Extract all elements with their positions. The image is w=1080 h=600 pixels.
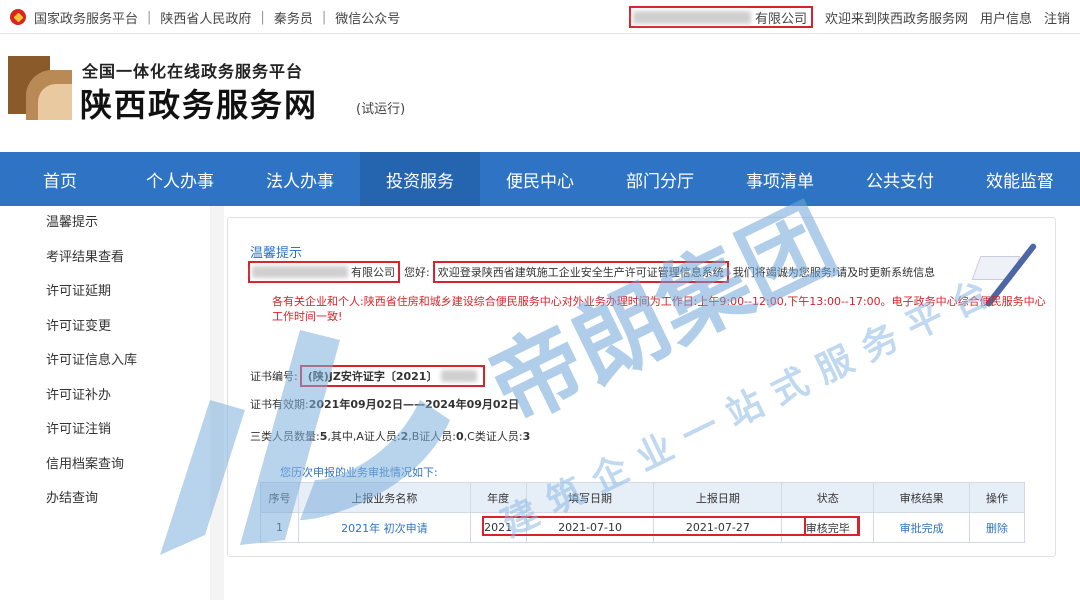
cell-report-date: 2021-07-27 bbox=[653, 512, 783, 543]
panel-title: 温馨提示 bbox=[250, 246, 303, 261]
col-year: 年度 bbox=[469, 482, 527, 513]
hello-text: 您好: bbox=[404, 266, 430, 279]
main-nav: 首页 个人办事 法人办事 投资服务 便民中心 部门分厅 事项清单 公共支付 效能… bbox=[0, 152, 1080, 206]
persons-b-label: ,B证人员: bbox=[408, 430, 457, 443]
persons-c-label: ,C类证人员: bbox=[463, 430, 523, 443]
persons-a-label: ,其中,A证人员: bbox=[327, 430, 401, 443]
certificate-number-row: 证书编号: (陕)JZ安许证字〔2021〕 bbox=[250, 364, 486, 388]
site-subtitle: 全国一体化在线政务服务平台 bbox=[82, 62, 304, 81]
nav-convenience[interactable]: 便民中心 bbox=[480, 152, 600, 206]
sidebar-item-cancel[interactable]: 许可证注销 bbox=[0, 413, 210, 448]
personnel-count-row: 三类人员数量:5,其中,A证人员:2,B证人员:0,C类证人员:3 bbox=[250, 428, 530, 444]
sidebar: 温馨提示 考评结果查看 许可证延期 许可证变更 许可证信息入库 许可证补办 许可… bbox=[0, 206, 224, 600]
cell-business-name-link[interactable]: 2021年 初次申请 bbox=[297, 512, 471, 543]
nav-investment[interactable]: 投资服务 bbox=[360, 152, 480, 206]
application-table: 序号 上报业务名称 年度 填写日期 上报日期 状态 审核结果 操作 1 2021… bbox=[260, 482, 1025, 543]
history-title: 您历次申报的业务审批情况如下: bbox=[280, 466, 438, 479]
col-action: 操作 bbox=[969, 482, 1025, 513]
cell-status: 审核完毕 bbox=[781, 512, 875, 543]
nav-departments[interactable]: 部门分厅 bbox=[600, 152, 720, 206]
trial-label: (试运行) bbox=[356, 102, 406, 117]
system-welcome-highlight: 欢迎登录陕西省建筑施工企业安全生产许可证管理信息系统 bbox=[432, 261, 729, 283]
persons-label: 三类人员数量: bbox=[250, 430, 320, 443]
main-panel: 温馨提示 有限公司 您好: 欢迎登录陕西省建筑施工企业安全生产许可证管理信息系统… bbox=[227, 217, 1056, 557]
service-text: 我们将竭诚为您服务!请及时更新系统信息 bbox=[732, 266, 936, 279]
logout-link[interactable]: 注销 bbox=[1044, 8, 1070, 27]
national-platform-link[interactable]: 国家政务服务平台 bbox=[34, 8, 138, 27]
nav-personal[interactable]: 个人办事 bbox=[120, 152, 240, 206]
nav-item-list[interactable]: 事项清单 bbox=[720, 152, 840, 206]
sidebar-item-credit[interactable]: 信用档案查询 bbox=[0, 448, 210, 483]
valid-value: 2021年09月02日——2024年09月02日 bbox=[308, 398, 520, 411]
site-title[interactable]: 陕西政务服务网 bbox=[80, 80, 318, 126]
divider: | bbox=[260, 9, 265, 25]
col-review-result: 审核结果 bbox=[873, 482, 971, 513]
company-suffix: 有限公司 bbox=[351, 266, 395, 279]
sidebar-item-change[interactable]: 许可证变更 bbox=[0, 310, 210, 345]
user-info-link[interactable]: 用户信息 bbox=[980, 8, 1032, 27]
col-business-name: 上报业务名称 bbox=[297, 482, 471, 513]
redacted-company-name bbox=[632, 10, 751, 24]
sidebar-item-tips[interactable]: 温馨提示 bbox=[0, 206, 210, 241]
sidebar-item-reissue[interactable]: 许可证补办 bbox=[0, 379, 210, 414]
company-name-highlight: 有限公司 bbox=[628, 6, 813, 28]
redacted-company-name bbox=[252, 266, 348, 278]
persons-c: 3 bbox=[522, 430, 531, 443]
nav-legal-person[interactable]: 法人办事 bbox=[240, 152, 360, 206]
persons-b: 0 bbox=[456, 430, 464, 443]
divider: | bbox=[321, 9, 327, 25]
qinwuyuan-link[interactable]: 秦务员 bbox=[274, 8, 313, 27]
welcome-line: 有限公司 您好: 欢迎登录陕西省建筑施工企业安全生产许可证管理信息系统 我们将竭… bbox=[248, 260, 935, 284]
sidebar-item-entry[interactable]: 许可证信息入库 bbox=[0, 344, 210, 379]
national-emblem-icon bbox=[10, 9, 26, 25]
table-row: 1 2021年 初次申请 2021 2021-07-10 2021-07-27 … bbox=[260, 512, 1025, 543]
company-suffix: 有限公司 bbox=[754, 11, 807, 27]
cell-review-result-link[interactable]: 审批完成 bbox=[873, 512, 971, 543]
wechat-account-link[interactable]: 微信公众号 bbox=[335, 8, 400, 27]
validity-row: 证书有效期:2021年09月02日——2024年09月02日 bbox=[250, 396, 519, 412]
welcome-text: 欢迎来到陕西政务服务网 bbox=[824, 11, 968, 27]
top-bar: 国家政务服务平台 | 陕西省人民政府 | 秦务员 | 微信公众号 有限公司 欢迎… bbox=[0, 0, 1080, 34]
site-header: 全国一体化在线政务服务平台 陕西政务服务网 (试运行) bbox=[0, 34, 1080, 152]
office-hours-notice: 各有关企业和个人:陕西省住房和城乡建设综合便民服务中心对外业务办理时间为工作日:… bbox=[272, 295, 1046, 323]
company-name-highlight: 有限公司 bbox=[248, 261, 400, 283]
col-fill-date: 填写日期 bbox=[525, 482, 655, 513]
certificate-number-highlight: (陕)JZ安许证字〔2021〕 bbox=[299, 365, 486, 387]
cert-label: 证书编号: bbox=[250, 370, 298, 383]
top-links: 国家政务服务平台 | 陕西省人民政府 | 秦务员 | 微信公众号 bbox=[10, 0, 400, 34]
sidebar-item-extension[interactable]: 许可证延期 bbox=[0, 275, 210, 310]
cert-value: (陕)JZ安许证字〔2021〕 bbox=[307, 370, 438, 383]
cell-index: 1 bbox=[260, 512, 299, 543]
top-user-area: 有限公司 欢迎来到陕西政务服务网 用户信息 注销 bbox=[628, 0, 1070, 34]
provincial-gov-link[interactable]: 陕西省人民政府 bbox=[160, 8, 251, 27]
table-header-row: 序号 上报业务名称 年度 填写日期 上报日期 状态 审核结果 操作 bbox=[260, 482, 1025, 513]
sidebar-item-completed[interactable]: 办结查询 bbox=[0, 482, 210, 517]
cell-fill-date: 2021-07-10 bbox=[525, 512, 655, 543]
sidebar-item-evaluation[interactable]: 考评结果查看 bbox=[0, 241, 210, 276]
cell-year: 2021 bbox=[469, 512, 527, 543]
nav-supervision[interactable]: 效能监督 bbox=[960, 152, 1080, 206]
valid-label: 证书有效期: bbox=[250, 398, 309, 411]
system-welcome-text: 欢迎登录陕西省建筑施工企业安全生产许可证管理信息系统 bbox=[437, 266, 724, 279]
nav-home[interactable]: 首页 bbox=[0, 152, 120, 206]
sidebar-divider bbox=[210, 206, 224, 600]
col-report-date: 上报日期 bbox=[653, 482, 783, 513]
redacted-cert-number bbox=[441, 370, 478, 382]
divider: | bbox=[147, 9, 152, 25]
site-logo-icon[interactable] bbox=[8, 56, 72, 120]
col-status: 状态 bbox=[781, 482, 875, 513]
nav-public-payment[interactable]: 公共支付 bbox=[840, 152, 960, 206]
col-index: 序号 bbox=[260, 482, 299, 513]
delete-link[interactable]: 删除 bbox=[969, 512, 1025, 543]
